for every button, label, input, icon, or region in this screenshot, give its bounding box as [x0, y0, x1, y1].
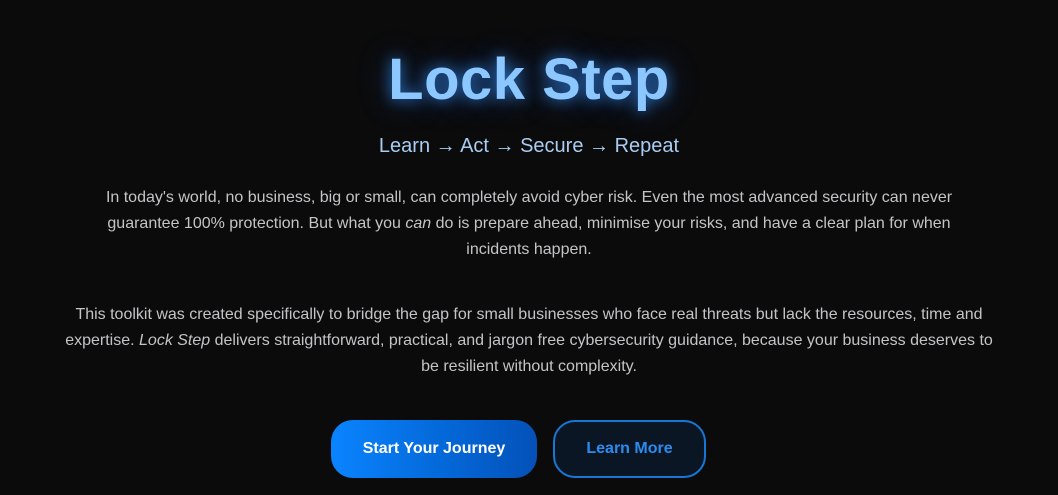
toolkit-paragraph: This toolkit was created specifically to… — [60, 302, 998, 380]
hero-section: Lock Step Learn → Act → Secure → Repeat … — [0, 0, 1058, 495]
intro-paragraph: In today's world, no business, big or sm… — [78, 185, 980, 263]
page-title: Lock Step — [388, 47, 670, 112]
tagline: Learn → Act → Secure → Repeat — [378, 135, 680, 157]
toolkit-emphasis: Lock Step — [139, 332, 211, 349]
intro-text-end: do is prepare ahead, minimise your risks… — [431, 215, 951, 258]
intro-emphasis: can — [405, 215, 432, 232]
learn-more-button[interactable]: Learn More — [553, 420, 706, 478]
start-journey-button[interactable]: Start Your Journey — [331, 420, 537, 478]
toolkit-text-end: delivers straightforward, practical, and… — [210, 332, 993, 375]
